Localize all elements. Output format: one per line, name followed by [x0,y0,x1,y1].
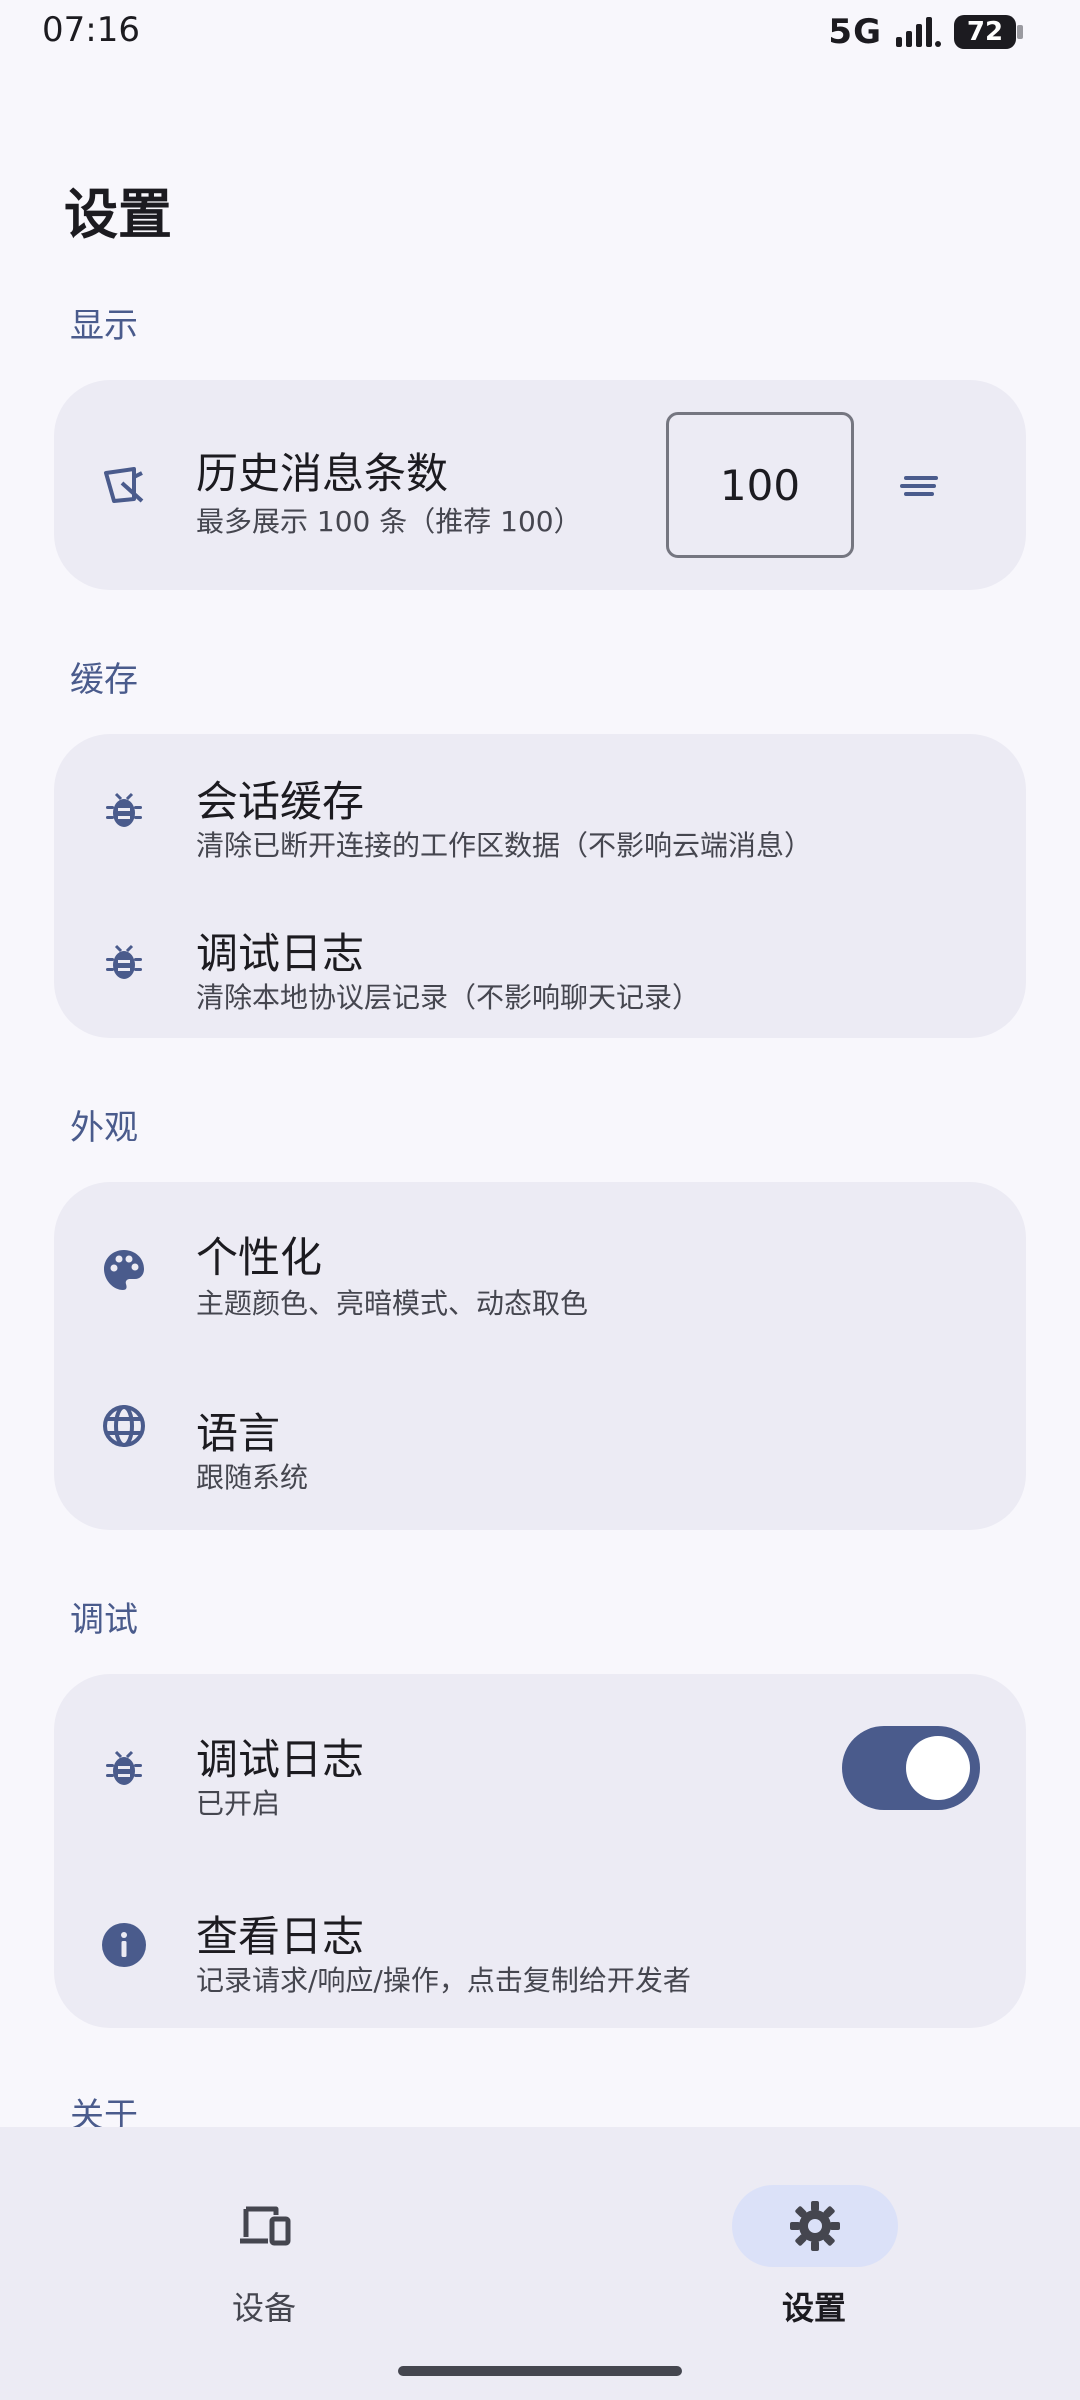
debug-log-cache-subtitle: 清除本地协议层记录（不影响聊天记录） [196,981,701,1014]
nav-item-settings[interactable]: 设置 [694,2155,934,2327]
session-cache-subtitle: 清除已断开连接的工作区数据（不影响云端消息） [196,829,813,862]
battery-level: 72 [954,15,1016,49]
page-title: 设置 [64,183,172,246]
bug-icon [100,1744,148,1792]
history-count-title: 历史消息条数 [196,449,449,498]
debug-log-toggle-title: 调试日志 [196,1735,365,1784]
network-type: 5G [828,12,882,52]
debug-log-toggle-subtitle: 已开启 [196,1787,281,1820]
nav-label-settings: 设置 [781,2289,846,2327]
debug-log-cache-row[interactable]: 调试日志 清除本地协议层记录（不影响聊天记录） [54,886,1026,1038]
section-title-appearance: 外观 [70,1108,138,1148]
home-indicator[interactable] [398,2366,682,2376]
switch-knob [906,1736,970,1800]
card-appearance: 个性化 主题颜色、亮暗模式、动态取色 语言 跟随系统 [54,1182,1026,1530]
bottom-navigation: 设备 设置 [0,2127,1080,2400]
debug-log-toggle-row[interactable]: 调试日志 已开启 [54,1674,1026,1851]
sort-menu-icon[interactable] [896,462,944,510]
debug-log-cache-title: 调试日志 [196,929,365,978]
nav-label-devices: 设备 [231,2289,296,2327]
gear-icon [732,2185,898,2267]
card-display: 历史消息条数 最多展示 100 条（推荐 100） 100 [54,380,1026,590]
session-cache-title: 会话缓存 [196,777,365,826]
clear-history-icon [100,461,148,509]
section-title-display: 显示 [70,306,138,346]
language-row[interactable]: 语言 跟随系统 [54,1356,1026,1530]
section-title-cache: 缓存 [70,660,138,700]
language-title: 语言 [196,1409,281,1458]
history-count-subtitle: 最多展示 100 条（推荐 100） [196,505,582,538]
history-count-input[interactable]: 100 [666,412,854,558]
devices-icon [182,2185,348,2267]
bug-icon [100,786,148,834]
card-debug: 调试日志 已开启 查看日志 记录请求/响应/操作，点击复制给开发者 [54,1674,1026,2028]
debug-log-switch[interactable] [842,1726,980,1810]
status-time: 07:16 [42,10,140,50]
status-right: 5G 72 [828,12,1024,52]
session-cache-row[interactable]: 会话缓存 清除已断开连接的工作区数据（不影响云端消息） [54,734,1026,886]
signal-icon [896,17,941,47]
view-log-row[interactable]: 查看日志 记录请求/响应/操作，点击复制给开发者 [54,1851,1026,2028]
battery-indicator: 72 [954,15,1024,49]
personalize-row[interactable]: 个性化 主题颜色、亮暗模式、动态取色 [54,1182,1026,1356]
history-count-row[interactable]: 历史消息条数 最多展示 100 条（推荐 100） 100 [54,380,1026,590]
battery-tip-icon [1017,25,1023,39]
globe-icon [100,1402,148,1450]
palette-icon [100,1246,148,1294]
info-icon [100,1921,148,1969]
nav-item-devices[interactable]: 设备 [144,2155,384,2327]
card-cache: 会话缓存 清除已断开连接的工作区数据（不影响云端消息） 调试日志 清除本地协议层… [54,734,1026,1038]
personalize-subtitle: 主题颜色、亮暗模式、动态取色 [196,1287,589,1320]
view-log-subtitle: 记录请求/响应/操作，点击复制给开发者 [196,1964,691,1997]
personalize-title: 个性化 [196,1233,323,1282]
language-subtitle: 跟随系统 [196,1461,309,1494]
section-title-debug: 调试 [70,1600,138,1640]
bug-icon [100,938,148,986]
status-bar: 07:16 5G 72 [0,0,1080,62]
view-log-title: 查看日志 [196,1912,365,1961]
